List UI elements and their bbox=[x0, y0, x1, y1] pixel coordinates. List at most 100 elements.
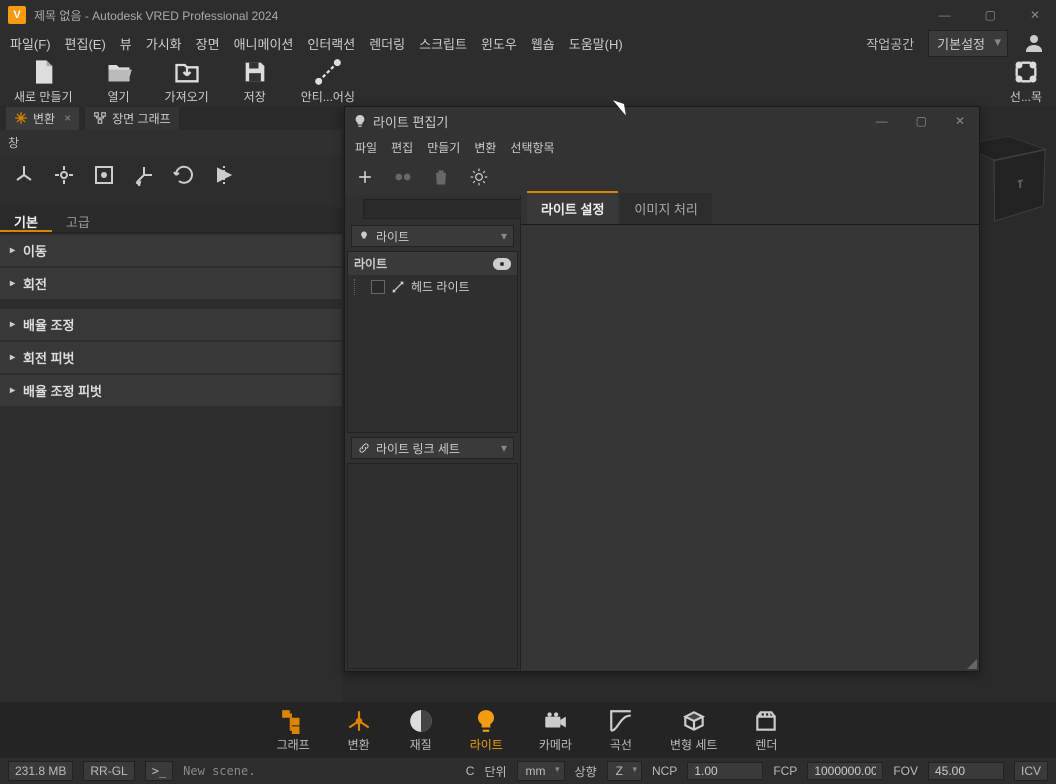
tab-light-settings[interactable]: 라이트 설정 bbox=[527, 191, 618, 224]
tool-new[interactable]: 새로 만들기 bbox=[14, 58, 73, 105]
status-unit-label: 단위 bbox=[484, 763, 506, 780]
panel-subhead: 창 bbox=[0, 130, 342, 155]
linkset-dropdown[interactable]: 라이트 링크 세트 bbox=[351, 437, 514, 459]
reset-transform-icon[interactable] bbox=[172, 163, 196, 187]
light-editor-titlebar[interactable]: 라이트 편집기 — ▢ ✕ bbox=[345, 107, 979, 135]
mode-basic[interactable]: 기본 bbox=[0, 207, 52, 232]
light-editor-toolbar bbox=[345, 159, 979, 195]
tool-save[interactable]: 저장 bbox=[241, 58, 269, 105]
mod-graph[interactable]: 그래프 bbox=[277, 708, 310, 753]
mod-material[interactable]: 재질 bbox=[408, 708, 434, 753]
tree-item-headlight[interactable]: 헤드 라이트 bbox=[348, 275, 517, 298]
apply-transform-icon[interactable] bbox=[212, 163, 236, 187]
duplicate-icon[interactable] bbox=[393, 167, 413, 187]
section-translate[interactable]: 이동 bbox=[0, 235, 342, 266]
submenu-file[interactable]: 파일 bbox=[355, 139, 377, 156]
menu-edit[interactable]: 편집(E) bbox=[65, 34, 106, 53]
subwin-close[interactable]: ✕ bbox=[949, 112, 971, 130]
resize-handle[interactable] bbox=[965, 657, 977, 669]
status-unit-dropdown[interactable]: mm bbox=[517, 761, 565, 781]
main-toolbar: 새로 만들기 열기 가져오기 저장 안티...어싱 선...목 bbox=[0, 56, 1056, 106]
menu-animation[interactable]: 애니메이션 bbox=[234, 34, 294, 53]
tool-selection[interactable]: 선...목 bbox=[1010, 58, 1042, 105]
submenu-create[interactable]: 만들기 bbox=[427, 139, 460, 156]
tree-checkbox[interactable] bbox=[371, 280, 385, 294]
status-up-dropdown[interactable]: Z bbox=[607, 761, 642, 781]
viewcube-front[interactable]: T bbox=[994, 149, 1046, 222]
close-button[interactable]: ✕ bbox=[1022, 4, 1048, 26]
status-ncp-input[interactable] bbox=[687, 762, 763, 780]
tool-new-label: 새로 만들기 bbox=[14, 88, 73, 105]
menu-script[interactable]: 스크립트 bbox=[419, 34, 467, 53]
snap-icon[interactable] bbox=[132, 163, 156, 187]
tab-scenegraph[interactable]: 장면 그래프 bbox=[85, 107, 179, 130]
mod-variant[interactable]: 변형 세트 bbox=[670, 708, 718, 753]
visibility-toggle-icon[interactable] bbox=[493, 258, 511, 270]
reset-pivot-icon[interactable] bbox=[52, 163, 76, 187]
add-light-icon[interactable] bbox=[355, 167, 375, 187]
menu-scene[interactable]: 장면 bbox=[196, 34, 220, 53]
menu-interaction[interactable]: 인터랙션 bbox=[307, 34, 355, 53]
menu-rendering[interactable]: 렌더링 bbox=[369, 34, 405, 53]
mod-light[interactable]: 라이트 bbox=[470, 708, 503, 753]
tab-image-processing[interactable]: 이미지 처리 bbox=[620, 193, 711, 224]
section-scale-pivot[interactable]: 배율 조정 피벗 bbox=[0, 375, 342, 406]
status-fov-input[interactable] bbox=[928, 762, 1004, 780]
tree-item-label: 헤드 라이트 bbox=[411, 278, 470, 295]
workspace-dropdown[interactable]: 기본설정 bbox=[928, 30, 1008, 57]
submenu-edit[interactable]: 편집 bbox=[391, 139, 413, 156]
tool-antialias[interactable]: 안티...어싱 bbox=[301, 58, 355, 105]
tab-transform[interactable]: 변환 × bbox=[6, 107, 79, 130]
light-filter-dropdown[interactable]: 라이트 bbox=[351, 225, 514, 247]
status-c: C bbox=[466, 764, 475, 778]
mod-camera[interactable]: 카메라 bbox=[539, 708, 572, 753]
mod-curve[interactable]: 곡선 bbox=[608, 708, 634, 753]
tree-header[interactable]: 라이트 bbox=[348, 252, 517, 275]
light-editor-window: 라이트 편집기 — ▢ ✕ 파일 편집 만들기 변환 선택항목 bbox=[344, 106, 980, 672]
search-input[interactable] bbox=[363, 199, 532, 219]
toggle-light-icon[interactable] bbox=[469, 167, 489, 187]
status-terminal-icon[interactable]: >_ bbox=[145, 761, 173, 781]
mod-material-label: 재질 bbox=[410, 736, 432, 753]
mod-render[interactable]: 렌더 bbox=[753, 708, 779, 753]
local-axis-icon[interactable] bbox=[12, 163, 36, 187]
submenu-convert[interactable]: 변환 bbox=[474, 139, 496, 156]
mode-advanced[interactable]: 고급 bbox=[52, 207, 104, 232]
workspace-area: 변환 × 장면 그래프 창 기본 고급 이동 회전 배율 조정 회전 피벗 배율… bbox=[0, 106, 1056, 726]
center-pivot-icon[interactable] bbox=[92, 163, 116, 187]
mod-transform[interactable]: 변환 bbox=[346, 708, 372, 753]
submenu-selection[interactable]: 선택항목 bbox=[510, 139, 554, 156]
delete-icon[interactable] bbox=[431, 167, 451, 187]
menu-webshop[interactable]: 웹숍 bbox=[531, 34, 555, 53]
subwin-minimize[interactable]: — bbox=[870, 112, 894, 130]
section-rotate[interactable]: 회전 bbox=[0, 268, 342, 299]
tool-import[interactable]: 가져오기 bbox=[165, 58, 209, 105]
light-editor-title: 라이트 편집기 bbox=[373, 112, 870, 131]
user-icon[interactable] bbox=[1022, 31, 1046, 55]
mod-graph-label: 그래프 bbox=[277, 736, 310, 753]
tool-open[interactable]: 열기 bbox=[105, 58, 133, 105]
tool-import-label: 가져오기 bbox=[165, 88, 209, 105]
menu-help[interactable]: 도움말(H) bbox=[569, 34, 623, 53]
menu-view[interactable]: 뷰 bbox=[120, 34, 132, 53]
status-fcp-input[interactable] bbox=[807, 762, 883, 780]
mod-variant-label: 변형 세트 bbox=[670, 736, 718, 753]
section-scale[interactable]: 배율 조정 bbox=[0, 309, 342, 340]
app-logo: V bbox=[8, 6, 26, 24]
maximize-button[interactable]: ▢ bbox=[977, 4, 1004, 26]
menu-window[interactable]: 윈도우 bbox=[481, 34, 517, 53]
tool-save-label: 저장 bbox=[244, 88, 266, 105]
tree-header-label: 라이트 bbox=[354, 255, 387, 272]
menu-visualize[interactable]: 가시화 bbox=[146, 34, 182, 53]
linkset-list[interactable] bbox=[347, 463, 518, 669]
section-rotate-pivot[interactable]: 회전 피벗 bbox=[0, 342, 342, 373]
subwin-maximize[interactable]: ▢ bbox=[910, 112, 933, 130]
light-tree[interactable]: 라이트 헤드 라이트 bbox=[347, 251, 518, 433]
status-icv[interactable]: ICV bbox=[1014, 761, 1048, 781]
menu-file[interactable]: 파일(F) bbox=[10, 34, 51, 53]
tab-content-area bbox=[521, 225, 979, 671]
minimize-button[interactable]: — bbox=[931, 4, 959, 26]
close-tab-icon[interactable]: × bbox=[64, 111, 71, 125]
tool-selection-label: 선...목 bbox=[1010, 88, 1042, 105]
status-bar: 231.8 MB RR-GL >_ New scene. C 단위 mm 상향 … bbox=[0, 758, 1056, 784]
